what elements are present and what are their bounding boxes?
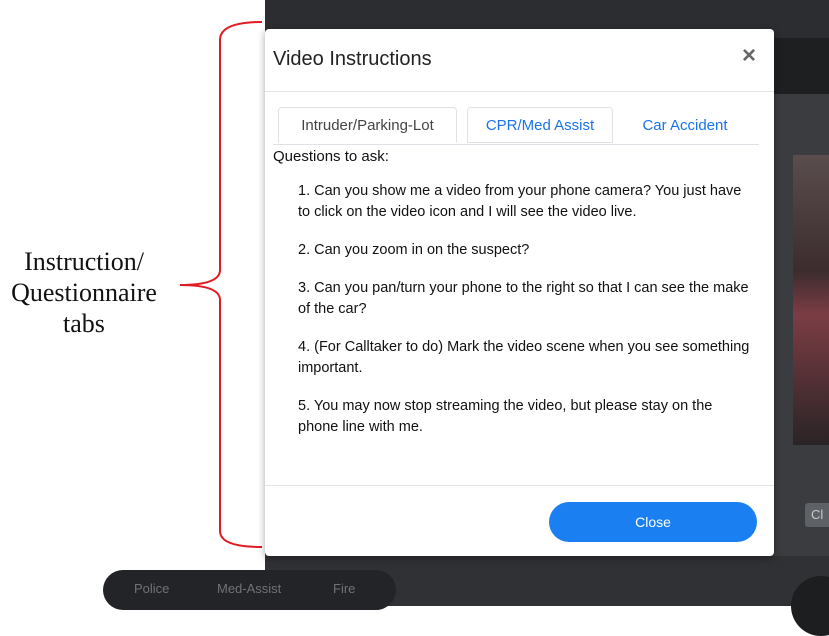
tab-cpr-med-assist[interactable]: CPR/Med Assist <box>467 107 613 143</box>
annotation-line: tabs <box>63 309 105 338</box>
questions-heading: Questions to ask: <box>273 148 389 165</box>
list-item: 4. (For Calltaker to do) Mark the video … <box>298 339 750 376</box>
fire-button[interactable]: Fire <box>333 581 355 596</box>
annotation-label: Instruction/ Questionnaire tabs <box>0 246 168 339</box>
tab-car-accident[interactable]: Car Accident <box>623 107 747 143</box>
list-item: 3. Can you pan/turn your phone to the ri… <box>298 280 749 317</box>
tab-intruder-parking-lot[interactable]: Intruder/Parking-Lot <box>278 107 457 143</box>
video-instructions-modal: Video Instructions × Intruder/Parking-Lo… <box>265 29 774 556</box>
questions-list: 1. Can you show me a video from your pho… <box>298 181 753 455</box>
list-item: 1. Can you show me a video from your pho… <box>298 183 742 220</box>
modal-header: Video Instructions × <box>265 29 774 92</box>
side-chip[interactable]: Cl <box>805 503 829 527</box>
video-feed <box>793 155 829 445</box>
close-icon[interactable]: × <box>742 44 756 68</box>
modal-title: Video Instructions <box>273 48 432 70</box>
close-button[interactable]: Close <box>549 502 757 542</box>
med-assist-button[interactable]: Med-Assist <box>217 581 281 596</box>
list-item: 2. Can you zoom in on the suspect? <box>298 242 530 258</box>
annotation-line: Questionnaire <box>11 278 157 307</box>
police-button[interactable]: Police <box>134 581 169 596</box>
dispatch-button-group: Police Med-Assist Fire <box>103 570 396 610</box>
annotation-line: Instruction/ <box>24 247 144 276</box>
list-item: 5. You may now stop streaming the video,… <box>298 398 713 435</box>
instruction-tabs: Intruder/Parking-Lot CPR/Med Assist Car … <box>273 107 759 145</box>
modal-footer-divider <box>265 485 774 486</box>
